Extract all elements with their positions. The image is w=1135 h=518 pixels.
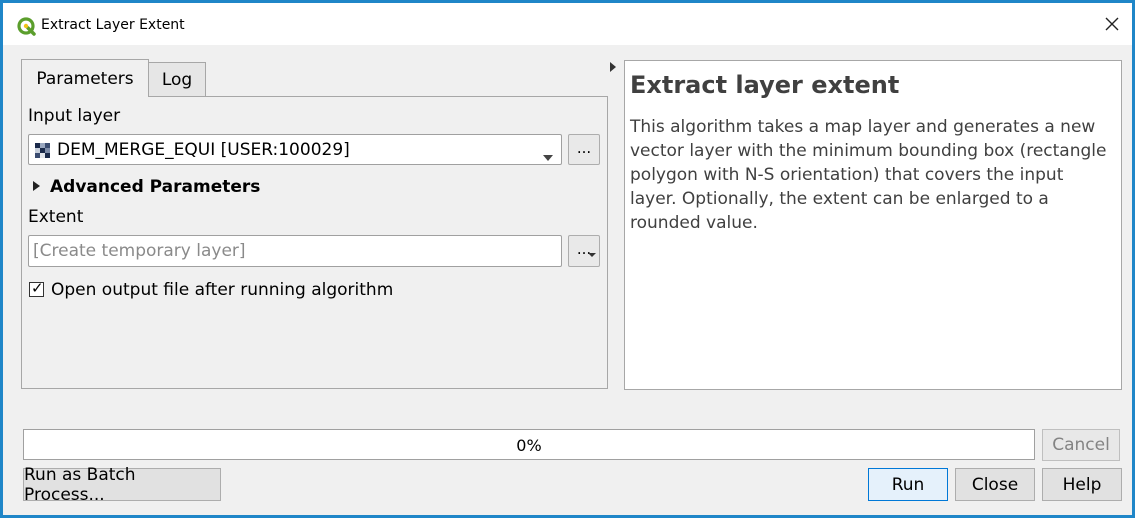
title-bar: Extract Layer Extent bbox=[3, 3, 1132, 45]
input-layer-label: Input layer bbox=[28, 106, 121, 126]
input-layer-combobox[interactable]: DEM_MERGE_EQUI [USER:100029] bbox=[28, 134, 562, 165]
extent-output-field[interactable] bbox=[28, 235, 562, 267]
run-batch-button[interactable]: Run as Batch Process... bbox=[23, 465, 221, 505]
input-layer-value: DEM_MERGE_EQUI [USER:100029] bbox=[57, 140, 350, 160]
checkmark-icon: ✓ bbox=[31, 279, 44, 297]
tab-log[interactable]: Log bbox=[148, 62, 206, 96]
help-button[interactable]: Help bbox=[1042, 468, 1122, 501]
cancel-button[interactable]: Cancel bbox=[1042, 429, 1120, 461]
triangle-right-icon[interactable] bbox=[610, 62, 616, 72]
advanced-parameters-toggle[interactable]: Advanced Parameters bbox=[50, 177, 260, 197]
extent-label: Extent bbox=[28, 207, 84, 227]
parameters-panel: Input layer DEM_MERGE_EQUI [USER:100029] bbox=[21, 96, 608, 389]
open-output-label: Open output file after running algorithm bbox=[51, 280, 394, 300]
help-panel: Extract layer extent This algorithm take… bbox=[624, 60, 1122, 390]
chevron-down-icon bbox=[543, 147, 553, 161]
extent-output-input[interactable] bbox=[29, 236, 561, 266]
tab-parameters[interactable]: Parameters bbox=[21, 59, 149, 97]
progress-bar: 0% bbox=[23, 429, 1035, 460]
close-icon[interactable] bbox=[1103, 15, 1121, 33]
extent-options-button[interactable]: ... bbox=[568, 235, 600, 267]
chevron-down-icon bbox=[588, 253, 596, 257]
close-button[interactable]: Close bbox=[955, 468, 1035, 501]
help-description: This algorithm takes a map layer and gen… bbox=[630, 117, 1107, 233]
dialog-window: Extract Layer Extent Parameters Log Inpu… bbox=[0, 0, 1135, 518]
progress-text: 0% bbox=[516, 436, 542, 455]
window-title: Extract Layer Extent bbox=[41, 17, 185, 33]
help-title: Extract layer extent bbox=[630, 71, 900, 99]
raster-layer-icon bbox=[35, 143, 51, 159]
triangle-right-icon[interactable] bbox=[33, 181, 40, 191]
run-button[interactable]: Run bbox=[868, 468, 948, 501]
open-output-checkbox[interactable]: ✓ bbox=[29, 279, 44, 297]
qgis-logo-icon bbox=[17, 17, 37, 37]
browse-layer-button[interactable]: ... bbox=[568, 134, 600, 165]
